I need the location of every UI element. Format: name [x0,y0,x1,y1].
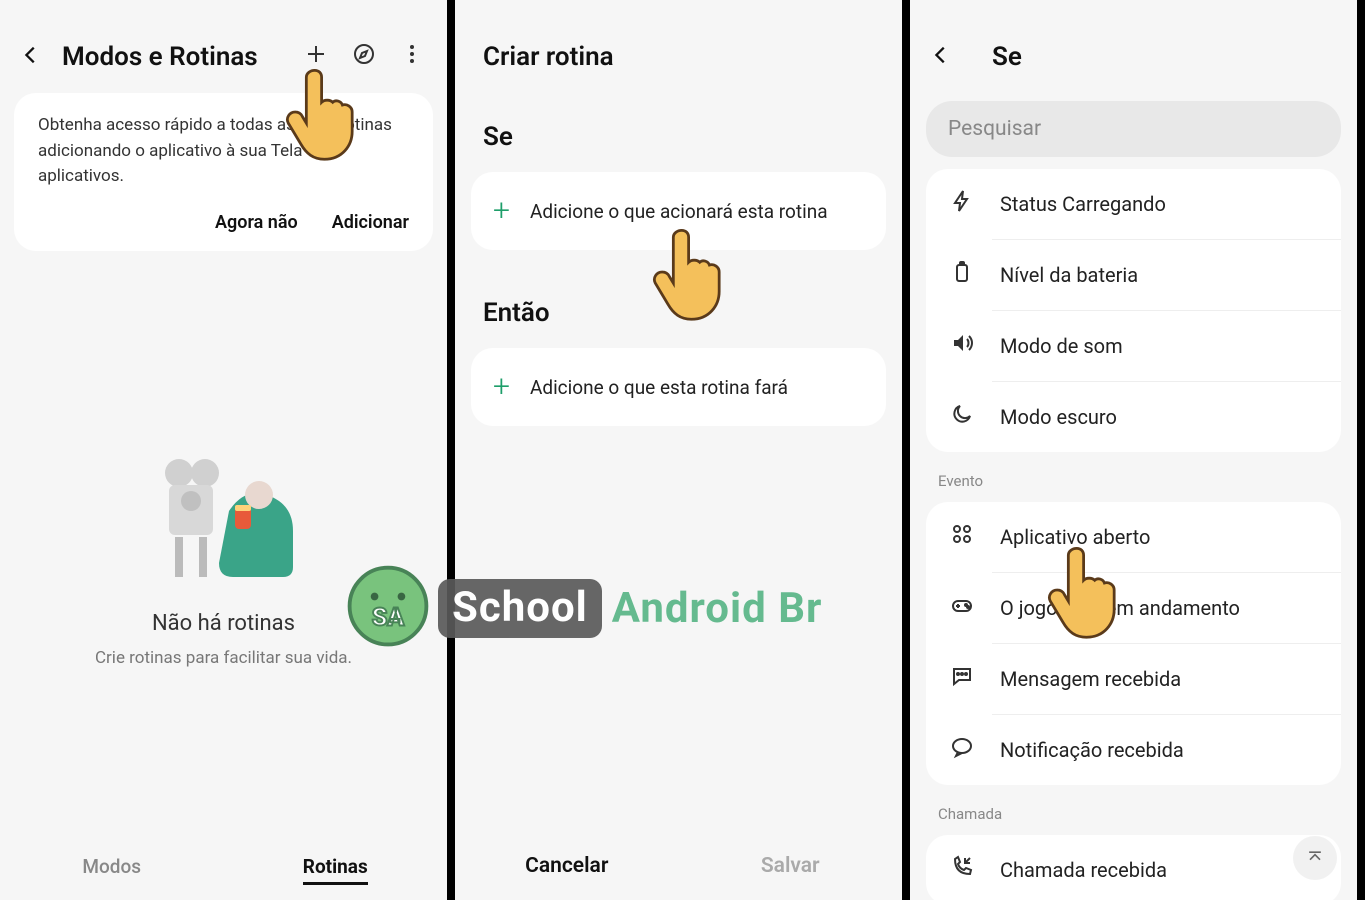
trigger-app-opened[interactable]: Aplicativo aberto [926,502,1341,572]
screen-if-triggers: Se Pesquisar Status Carregando Nível da … [910,0,1365,900]
scroll-top-button[interactable] [1293,836,1337,880]
trigger-charging-status[interactable]: Status Carregando [926,169,1341,239]
chat-icon [948,735,976,765]
gamepad-icon [948,593,976,623]
add-trigger-card[interactable]: + Adicione o que acionará esta rotina [471,172,886,250]
back-icon[interactable] [930,40,952,73]
page-title: Modos e Rotinas [62,42,301,72]
trigger-group-call: Chamada recebida [926,835,1341,900]
phone-incoming-icon [948,855,976,885]
trigger-dark-mode[interactable]: Modo escuro [926,382,1341,452]
if-section-label: Se [455,82,902,164]
message-icon [948,664,976,694]
trigger-group-status: Status Carregando Nível da bateria Modo … [926,169,1341,452]
banner-actions: Agora não Adicionar [38,212,409,233]
banner-text: Obtenha acesso rápido a todas as suas ro… [38,113,409,190]
tab-modes[interactable]: Modos [0,855,224,878]
bottom-tabs: Modos Rotinas [0,837,447,900]
page-title: Criar rotina [455,0,902,82]
plus-icon: + [493,372,510,402]
trigger-game-running[interactable]: O jogo está em andamento [926,573,1341,643]
compass-icon[interactable] [349,42,379,72]
empty-title: Não há rotinas [0,611,447,636]
header: Se [910,0,1357,93]
sound-icon [948,331,976,361]
add-action-text: Adicione o que esta rotina fará [530,376,788,399]
group-label-event: Evento [910,458,1357,496]
battery-icon [948,260,976,290]
screen-modes-routines: Modos e Rotinas Obtenha acesso rápido a … [0,0,455,900]
trigger-notification-received[interactable]: Notificação recebida [926,715,1341,785]
bolt-icon [948,189,976,219]
apps-icon [948,522,976,552]
trigger-message-received[interactable]: Mensagem recebida [926,644,1341,714]
not-now-button[interactable]: Agora não [215,212,298,233]
tab-routines[interactable]: Rotinas [224,855,448,878]
add-icon[interactable] [301,42,331,72]
back-icon[interactable] [20,40,42,73]
moon-icon [948,402,976,432]
trigger-call-received[interactable]: Chamada recebida [926,835,1341,900]
save-button[interactable]: Salvar [679,854,903,878]
empty-illustration [0,451,447,581]
trigger-sound-mode[interactable]: Modo de som [926,311,1341,381]
header: Modos e Rotinas [0,0,447,93]
header-actions [301,42,427,72]
add-app-banner: Obtenha acesso rápido a todas as suas ro… [14,93,433,251]
add-button[interactable]: Adicionar [332,212,409,233]
screen-create-routine: Criar rotina Se + Adicione o que acionar… [455,0,910,900]
add-action-card[interactable]: + Adicione o que esta rotina fará [471,348,886,426]
trigger-battery-level[interactable]: Nível da bateria [926,240,1341,310]
cancel-button[interactable]: Cancelar [455,854,679,878]
empty-state: Não há rotinas Crie rotinas para facilit… [0,451,447,668]
more-icon[interactable] [397,42,427,72]
trigger-group-event: Aplicativo aberto O jogo está em andamen… [926,502,1341,785]
page-title: Se [992,42,1022,72]
group-label-call: Chamada [910,791,1357,829]
plus-icon: + [493,196,510,226]
empty-subtitle: Crie rotinas para facilitar sua vida. [0,648,447,668]
add-trigger-text: Adicione o que acionará esta rotina [530,200,828,223]
search-input[interactable]: Pesquisar [926,101,1341,157]
bottom-actions: Cancelar Salvar [455,836,902,900]
then-section-label: Então [455,258,902,340]
